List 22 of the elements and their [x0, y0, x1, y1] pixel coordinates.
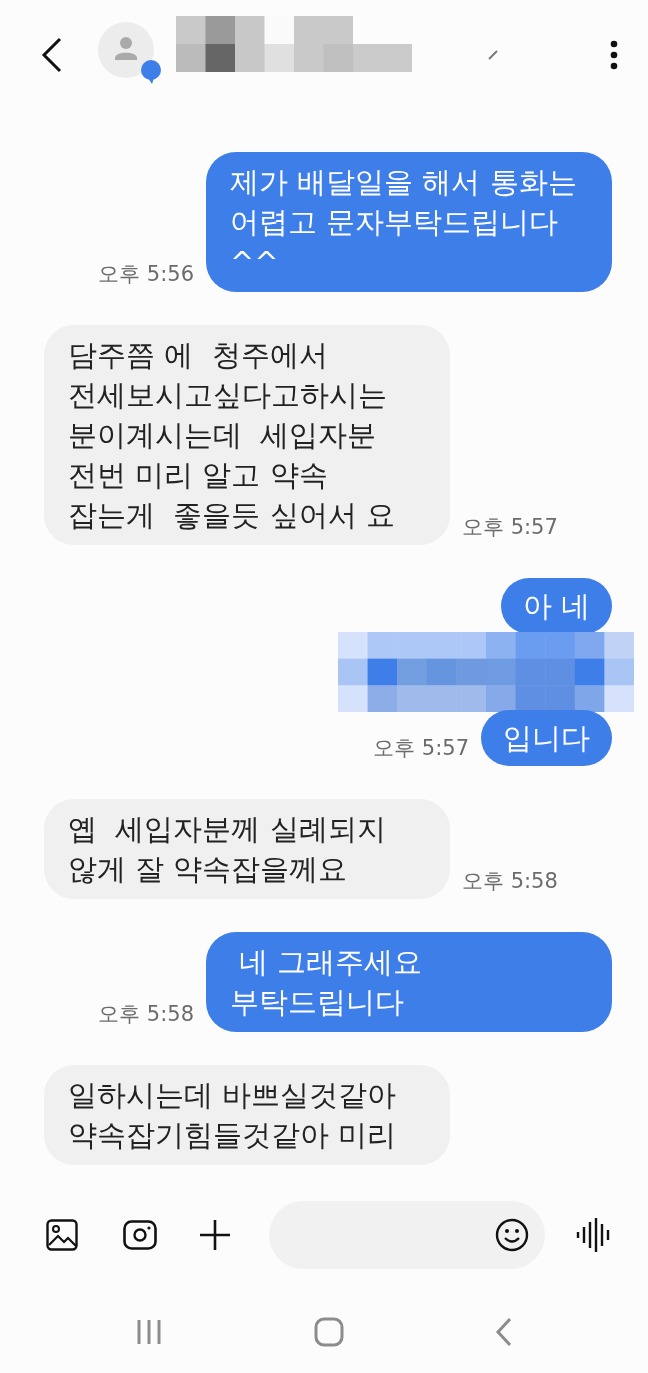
back-icon[interactable]	[40, 37, 64, 73]
message-bubble[interactable]: 제가 배달일을 해서 통화는 어렵고 문자부탁드립니다 ^^	[206, 152, 612, 292]
message-bubble[interactable]: 옙 세입자분께 실례되지 않게 잘 약속잡을께요	[44, 799, 450, 899]
voice-wave-icon[interactable]	[576, 1218, 612, 1252]
message-bubble[interactable]: 일하시는데 바쁘실것같아 약속잡기힘들것같아 미리	[44, 1065, 450, 1165]
gallery-icon[interactable]	[46, 1219, 78, 1251]
message-time: 오후 5:57	[373, 735, 469, 762]
recent-apps-icon[interactable]	[135, 1317, 164, 1346]
message-time: 오후 5:58	[98, 1001, 194, 1028]
home-icon[interactable]	[314, 1316, 344, 1347]
message-time: 오후 5:56	[98, 261, 194, 288]
message-time: 오후 5:57	[462, 514, 558, 541]
camera-icon[interactable]	[123, 1220, 157, 1250]
message-bubble[interactable]: 담주쯤 에 청주에서 전세보시고싶다고하시는 분이계시는데 세입자분 전번 미리 알고 약속 잡는게 좋을듯 싶어서 요	[44, 325, 450, 545]
message-bubble[interactable]: 입니다	[481, 710, 612, 766]
message-bubble[interactable]: 네 그래주세요 부탁드립니다	[206, 932, 612, 1032]
pencil-icon[interactable]	[488, 50, 498, 60]
emoji-icon[interactable]	[495, 1218, 529, 1252]
more-options-icon[interactable]	[610, 40, 618, 70]
message-time: 오후 5:58	[462, 868, 558, 895]
message-bubble[interactable]: 아 네	[500, 578, 612, 634]
plus-icon[interactable]	[199, 1219, 231, 1251]
